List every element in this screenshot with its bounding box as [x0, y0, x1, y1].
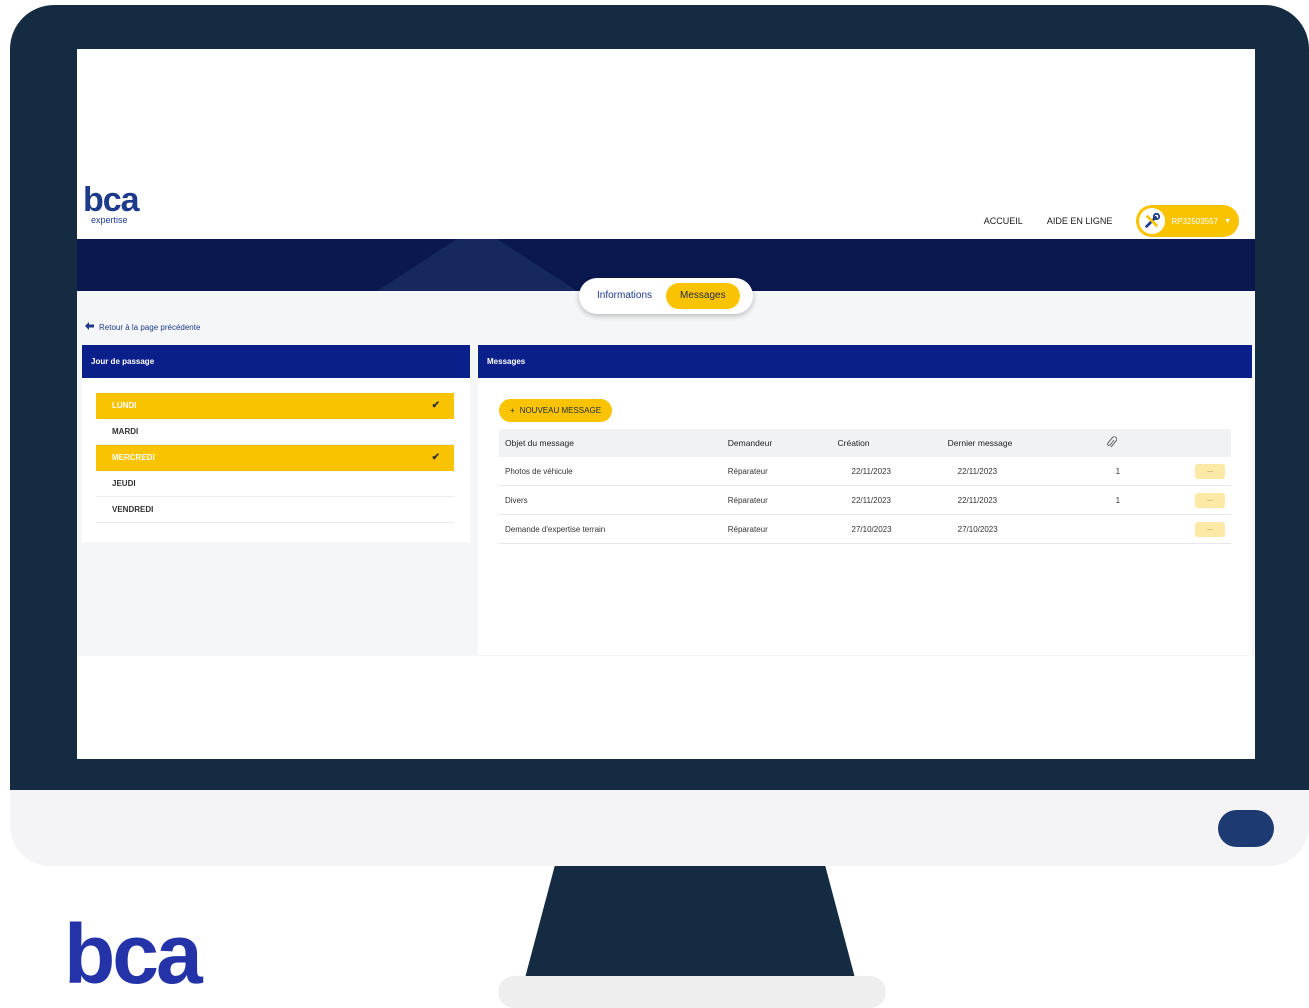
cell-last-message: 22/11/2023	[941, 457, 1100, 486]
col-created[interactable]: Création	[831, 429, 942, 457]
new-message-label: NOUVEAU MESSAGE	[519, 406, 602, 415]
cell-subject: Photos de véhicule	[499, 457, 722, 486]
days-panel-footer	[82, 542, 470, 655]
check-icon: ✔	[431, 452, 440, 463]
day-label: VENDREDI	[112, 505, 154, 514]
messages-panel-title: Messages	[478, 345, 1252, 378]
cell-attachments	[1099, 514, 1189, 544]
tab-messages[interactable]: Messages	[666, 283, 740, 309]
table-header-row: Objet du message Demandeur Création Dern…	[499, 429, 1231, 457]
cell-attachments: 1	[1099, 457, 1189, 486]
day-label: MERCREDI	[112, 453, 155, 462]
cell-requester: Réparateur	[721, 485, 832, 515]
row-actions-button[interactable]: ...	[1195, 463, 1225, 479]
row-actions-button[interactable]: ...	[1195, 492, 1225, 508]
new-message-button[interactable]: + NOUVEAU MESSAGE	[499, 399, 613, 422]
table-row[interactable]: Divers Réparateur 22/11/2023 22/11/2023 …	[499, 485, 1231, 515]
header-logo[interactable]: bca expertise	[83, 181, 140, 225]
footer-logo: bca	[64, 907, 203, 1001]
hero-decoration	[377, 239, 577, 291]
cell-created: 27/10/2023	[831, 514, 942, 544]
monitor-stand	[525, 866, 855, 978]
user-id: RP32503557	[1171, 216, 1219, 226]
col-subject[interactable]: Objet du message	[499, 429, 722, 457]
col-actions	[1189, 429, 1231, 457]
messages-panel: Messages + NOUVEAU MESSAGE Objet du mess…	[478, 345, 1252, 655]
cell-subject: Divers	[499, 485, 722, 515]
check-icon: ✔	[431, 400, 440, 411]
day-item-mardi[interactable]: MARDI	[96, 419, 454, 445]
day-item-jeudi[interactable]: JEUDI	[96, 471, 454, 497]
monitor-chin	[10, 790, 1309, 866]
cell-attachments: 1	[1099, 485, 1189, 515]
day-label: LUNDI	[112, 401, 137, 410]
nav-home-link[interactable]: ACCUEIL	[984, 216, 1023, 226]
day-list: LUNDI ✔ MARDI MERCREDI ✔ JEUDI VENDREDI	[96, 393, 454, 523]
cell-subject: Demande d'expertise terrain	[499, 514, 722, 544]
row-actions-button[interactable]: ...	[1195, 521, 1225, 537]
day-label: JEUDI	[112, 479, 136, 488]
days-panel: Jour de passage LUNDI ✔ MARDI MERCREDI ✔…	[82, 345, 470, 655]
tab-informations[interactable]: Informations	[583, 283, 666, 309]
cell-last-message: 27/10/2023	[941, 514, 1100, 544]
day-item-vendredi[interactable]: VENDREDI	[96, 497, 454, 523]
day-label: MARDI	[112, 427, 139, 436]
cell-created: 22/11/2023	[831, 485, 942, 515]
monitor-power-button	[1218, 810, 1274, 847]
footer-logo-wordmark: bca	[64, 907, 203, 1001]
col-last-message[interactable]: Dernier message	[941, 429, 1100, 457]
arrow-left-icon	[85, 322, 94, 332]
back-link-label: Retour à la page précédente	[99, 322, 201, 332]
table-row[interactable]: Demande d'expertise terrain Réparateur 2…	[499, 514, 1231, 544]
user-menu[interactable]: RP32503557 ▼	[1136, 205, 1239, 237]
tab-bar: Informations Messages	[579, 278, 753, 314]
back-link[interactable]: Retour à la page précédente	[85, 322, 200, 332]
col-attachments	[1099, 429, 1189, 457]
tools-icon	[1139, 208, 1166, 234]
cell-last-message: 22/11/2023	[941, 485, 1100, 515]
days-panel-title: Jour de passage	[82, 345, 470, 378]
monitor-stand-base	[498, 976, 886, 1008]
top-navigation: ACCUEIL AIDE EN LIGNE RP32503557 ▼	[984, 205, 1239, 237]
day-item-lundi[interactable]: LUNDI ✔	[96, 393, 454, 419]
logo-wordmark: bca	[83, 181, 140, 219]
paperclip-icon	[1106, 435, 1117, 451]
day-item-mercredi[interactable]: MERCREDI ✔	[96, 445, 454, 471]
cell-requester: Réparateur	[721, 514, 832, 544]
chevron-down-icon: ▼	[1224, 217, 1231, 225]
nav-help-link[interactable]: AIDE EN LIGNE	[1047, 216, 1113, 226]
cell-requester: Réparateur	[721, 457, 832, 486]
messages-table: Objet du message Demandeur Création Dern…	[499, 429, 1231, 544]
app-screen: bca expertise ACCUEIL AIDE EN LIGNE RP32…	[77, 49, 1255, 759]
cell-created: 22/11/2023	[831, 457, 942, 486]
col-requester[interactable]: Demandeur	[721, 429, 832, 457]
table-row[interactable]: Photos de véhicule Réparateur 22/11/2023…	[499, 457, 1231, 486]
plus-icon: +	[510, 406, 515, 415]
